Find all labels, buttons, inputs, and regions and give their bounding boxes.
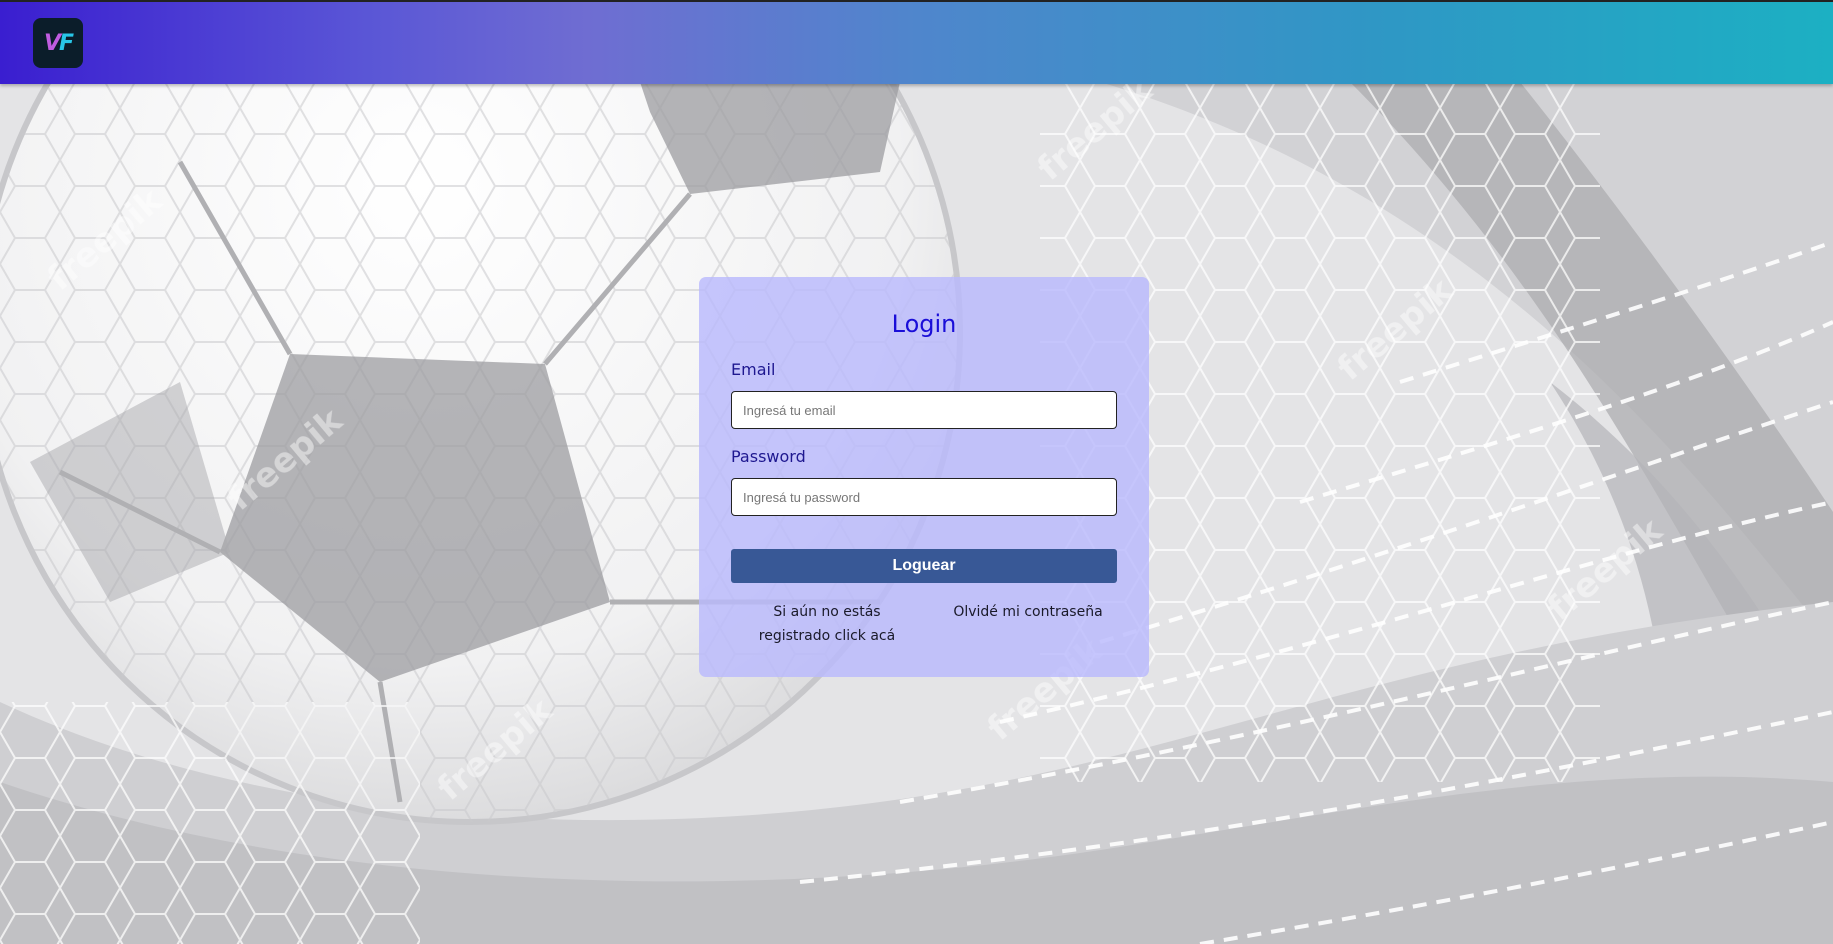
email-field[interactable] [731,391,1117,429]
login-button[interactable]: Loguear [731,549,1117,583]
login-title: Login [891,310,957,338]
logo-letter-f: F [59,30,74,56]
email-label: Email [731,360,776,379]
password-field[interactable] [731,478,1117,516]
forgot-password-link[interactable]: Olvidé mi contraseña [944,600,1112,624]
login-page: VF freepik freepik freepik freepik freep… [0,0,1833,944]
login-card: Login Email Password Loguear Si aún no e… [699,277,1149,677]
app-logo[interactable]: VF [33,18,83,68]
top-navbar: VF [0,0,1833,84]
password-label: Password [731,447,806,466]
register-link[interactable]: Si aún no estás registrado click acá [739,600,915,648]
logo-letter-v: V [43,30,61,56]
